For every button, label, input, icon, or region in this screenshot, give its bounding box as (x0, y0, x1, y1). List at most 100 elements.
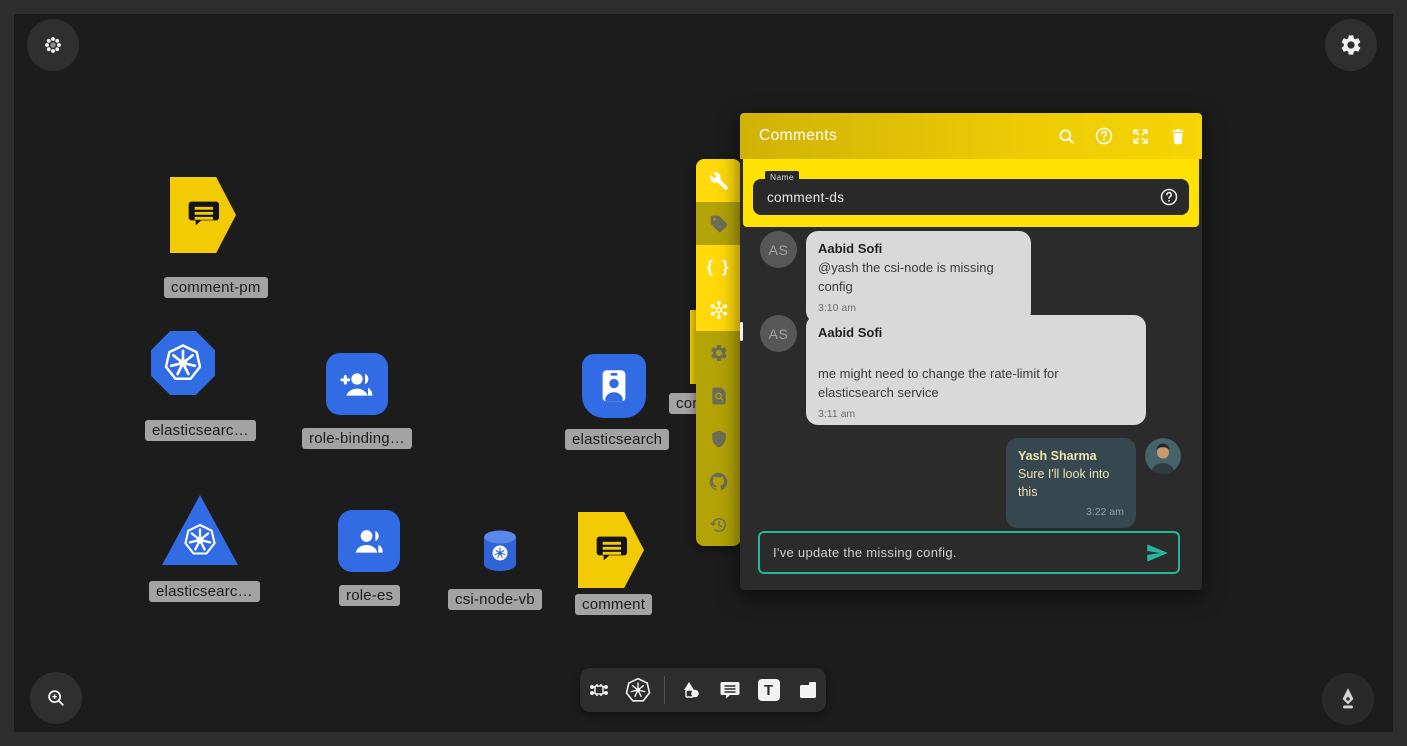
chat-message: AS Aabid Sofi me might need to change th… (760, 315, 1146, 425)
node-action-toolbar: { } (696, 159, 741, 546)
trash-icon (1169, 127, 1187, 145)
shapes-tool-button[interactable] (678, 677, 704, 703)
comment-bubble-icon (591, 530, 631, 570)
kubernetes-wheel-icon (162, 342, 204, 384)
message-text: me might need to change the rate-limit f… (818, 365, 1134, 403)
shapes-icon (679, 678, 703, 702)
node-elasticsearch-serviceaccount[interactable] (582, 354, 646, 418)
message-time: 3:22 am (1018, 505, 1124, 520)
message-time: 3:10 am (818, 301, 1019, 316)
tag-tool-button[interactable] (696, 202, 741, 245)
help-button[interactable] (1093, 126, 1114, 147)
node-role-binding[interactable] (326, 353, 388, 415)
history-tool-button[interactable] (696, 503, 741, 546)
panel-scrollbar-thumb[interactable] (740, 322, 743, 341)
message-author: Aabid Sofi (818, 240, 1019, 259)
zoom-button[interactable] (30, 672, 82, 724)
node-elasticsearch-triangle[interactable] (162, 495, 238, 565)
search-button[interactable] (1056, 126, 1077, 147)
send-button[interactable] (1144, 540, 1170, 566)
mesh-tool-button[interactable] (696, 288, 741, 331)
tag-icon (709, 214, 729, 234)
node-label: comment (575, 594, 652, 615)
chat-input[interactable] (758, 531, 1180, 574)
pen-tool-button[interactable] (1322, 673, 1374, 725)
github-icon (708, 471, 729, 492)
github-tool-button[interactable] (696, 460, 741, 503)
search-icon (1057, 127, 1076, 146)
text-tool-icon: T (758, 679, 780, 701)
zoom-in-icon (45, 687, 67, 709)
help-icon (1094, 126, 1114, 146)
node-label: elasticsearc… (149, 581, 260, 602)
comment-tool-button[interactable] (717, 677, 743, 703)
avatar: AS (760, 231, 797, 268)
image-tool-button[interactable] (795, 677, 821, 703)
wrench-tool-button[interactable] (696, 159, 741, 202)
node-role-es[interactable] (338, 510, 400, 572)
expand-arrows-icon (1131, 127, 1150, 146)
pen-tool-icon (1335, 686, 1361, 712)
text-tool-button[interactable]: T (756, 677, 782, 703)
settings-gear-icon (1339, 33, 1363, 57)
message-text: Sure I'll look into this (1018, 465, 1124, 501)
gear-icon (709, 343, 729, 363)
node-comment-pm[interactable] (170, 177, 236, 253)
kubernetes-palette-button[interactable] (625, 677, 651, 703)
toolbar-divider (664, 676, 665, 704)
comments-panel-header[interactable]: Comments (740, 113, 1202, 159)
storage-cylinder-icon (481, 529, 519, 573)
service-account-badge-icon (593, 365, 635, 407)
wrench-icon (709, 171, 729, 191)
settings-button[interactable] (1325, 19, 1377, 71)
message-author: Yash Sharma (1018, 447, 1124, 465)
name-help-button[interactable] (1159, 187, 1179, 207)
doc-search-tool-button[interactable] (696, 374, 741, 417)
kubernetes-logo-icon (625, 677, 651, 703)
node-comment[interactable] (578, 512, 644, 588)
expand-button[interactable] (1130, 126, 1151, 147)
person-photo-icon (1145, 438, 1181, 474)
app-menu-button[interactable] (27, 19, 79, 71)
image-frame-icon (796, 678, 820, 702)
document-search-icon (709, 386, 729, 406)
panel-title: Comments (759, 127, 1056, 145)
help-icon (1159, 187, 1179, 207)
chat-message: AS Aabid Sofi @yash the csi-node is miss… (760, 231, 1031, 323)
node-label: comment-pm (164, 277, 268, 298)
braces-tool-button[interactable]: { } (696, 245, 741, 288)
comment-tool-icon (718, 678, 742, 702)
node-label: elasticsearch (565, 429, 669, 450)
node-label: csi-node-vb (448, 589, 542, 610)
history-clock-icon (709, 515, 729, 535)
send-icon (1144, 540, 1170, 566)
node-label: elasticsearc… (145, 420, 256, 441)
design-network-icon (587, 678, 611, 702)
avatar-photo (1145, 438, 1181, 474)
avatar: AS (760, 315, 797, 352)
message-text: @yash the csi-node is missing config (818, 259, 1019, 297)
comment-bubble-icon (183, 195, 223, 235)
chat-message: Yash Sharma Sure I'll look into this 3:2… (1006, 438, 1181, 528)
braces-icon: { } (707, 257, 731, 277)
shield-tool-button[interactable] (696, 417, 741, 460)
comments-panel: Comments (740, 113, 1202, 590)
shield-icon (709, 429, 729, 449)
delete-button[interactable] (1167, 126, 1188, 147)
message-author: Aabid Sofi (818, 324, 1134, 343)
mesh-flower-icon (42, 34, 64, 56)
node-label: role-binding… (302, 428, 412, 449)
role-icon (349, 521, 389, 561)
gear-tool-button[interactable] (696, 331, 741, 374)
design-network-button[interactable] (586, 677, 612, 703)
node-name-section: Name (743, 159, 1199, 227)
message-time: 3:11 am (818, 407, 1134, 422)
node-elasticsearch-octagon[interactable] (151, 331, 215, 395)
app-stage: comment-pm elasticsearc… (0, 0, 1407, 746)
name-input[interactable] (753, 179, 1189, 215)
kubernetes-wheel-icon (182, 522, 218, 558)
node-csi-node-vb[interactable] (481, 529, 519, 573)
shape-palette-toolbar: T (580, 668, 826, 712)
role-binding-icon (337, 364, 377, 404)
mesh-molecule-icon (708, 299, 730, 321)
